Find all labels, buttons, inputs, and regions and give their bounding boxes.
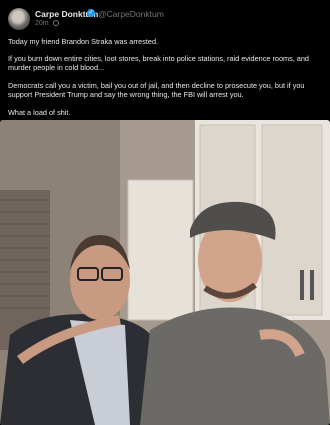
post-card[interactable]: Carpe Donktum ✓ @CarpeDonktum 20m Today … <box>0 0 330 425</box>
post-photo[interactable] <box>0 120 330 425</box>
verified-badge-icon: ✓ <box>87 9 95 17</box>
globe-icon <box>52 20 59 26</box>
avatar[interactable] <box>8 8 30 30</box>
post-text-paragraph: Democrats call you a victim, bail you ou… <box>8 81 305 100</box>
post-text-paragraph: What a load of shit. <box>8 108 71 117</box>
photo-illustration <box>0 120 330 425</box>
timestamp[interactable]: 20m <box>35 20 49 27</box>
post-text-paragraph: Today my friend Brandon Straka was arres… <box>8 37 159 46</box>
user-handle[interactable]: @CarpeDonktum <box>98 9 164 19</box>
post-text-paragraph: If you burn down entire cities, loot sto… <box>8 54 309 73</box>
post-meta: 20m <box>35 20 59 27</box>
